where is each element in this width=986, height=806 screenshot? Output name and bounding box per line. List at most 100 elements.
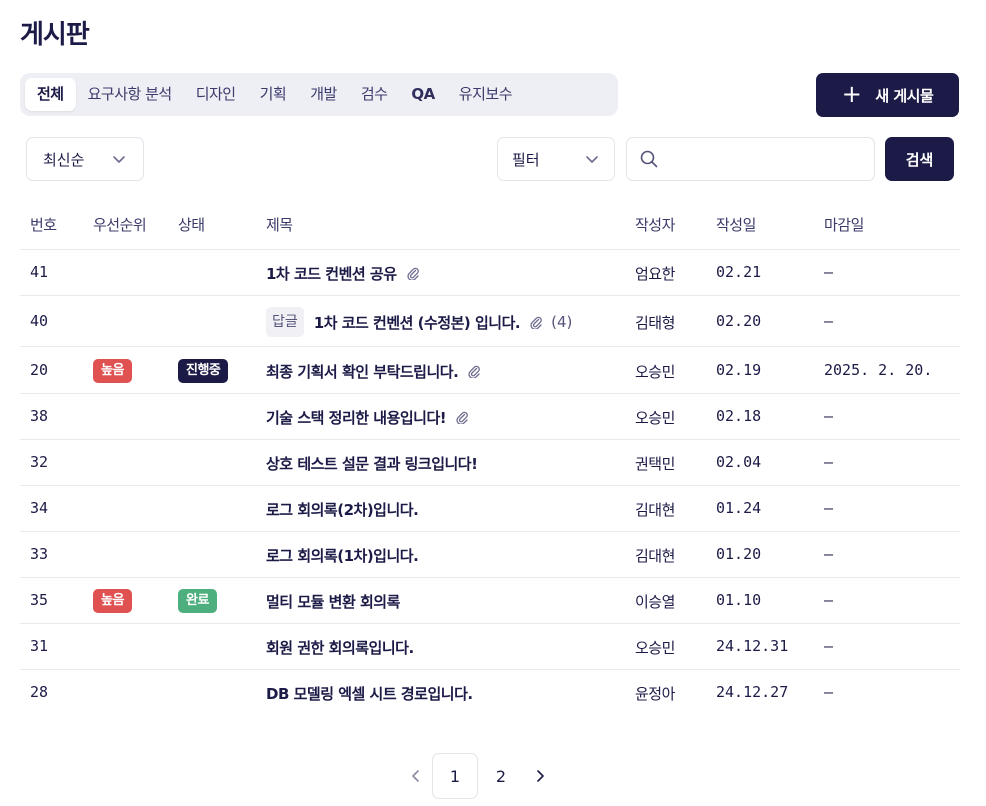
col-priority-header: 우선순위 xyxy=(93,216,147,234)
priority-badge: 높음 xyxy=(93,589,132,613)
prev-page-button[interactable] xyxy=(400,753,432,799)
row-num: 32 xyxy=(30,453,49,471)
row-due: 2025. 2. 20. xyxy=(824,361,933,379)
tab-design[interactable]: 디자인 xyxy=(184,78,248,111)
table-body: 41 1차 코드 컨벤션 공유 엄요한 02.21 – 40 답글 1차 코드 컨벤션 (수정… xyxy=(20,250,960,716)
chevron-down-icon xyxy=(586,156,598,163)
search-icon xyxy=(640,150,658,168)
row-created: 02.20 xyxy=(716,312,762,330)
table-row[interactable]: 38 기술 스택 정리한 내용입니다! 오승민 02.18 – xyxy=(20,394,960,440)
table-row[interactable]: 20 높음 진행중 최종 기획서 확인 부탁드립니다. 오승민 02.19 2025. 2.… xyxy=(20,347,960,394)
page-button-2[interactable]: 2 xyxy=(478,753,524,799)
col-title-header: 제목 xyxy=(266,216,293,234)
row-title-cell[interactable]: 답글 1차 코드 컨벤션 (수정본) 입니다. (4) xyxy=(266,307,572,337)
row-created: 02.21 xyxy=(716,263,762,281)
chevron-down-icon xyxy=(113,156,125,163)
row-num: 28 xyxy=(30,683,49,701)
row-due: – xyxy=(824,499,834,517)
row-num: 33 xyxy=(30,545,49,563)
tab-all[interactable]: 전체 xyxy=(25,78,76,111)
filter-selected-value: 필터 xyxy=(512,150,540,169)
row-title[interactable]: 1차 코드 컨벤션 공유 xyxy=(266,263,397,284)
search-button[interactable]: 검색 xyxy=(885,137,954,181)
tab-planning[interactable]: 기획 xyxy=(248,78,299,111)
table-row[interactable]: 32 상호 테스트 설문 결과 링크입니다! 권택민 02.04 – xyxy=(20,440,960,486)
row-due: – xyxy=(824,263,834,281)
paperclip-icon xyxy=(529,315,543,330)
row-num: 20 xyxy=(30,361,49,379)
row-title-cell[interactable]: 로그 회의록(1차)입니다. xyxy=(266,540,419,570)
row-title-cell[interactable]: 멀티 모듈 변환 회의록 xyxy=(266,586,400,616)
search-box xyxy=(626,137,875,181)
row-author: 이승열 xyxy=(635,593,675,611)
col-created-header: 작성일 xyxy=(716,216,756,234)
table-row[interactable]: 41 1차 코드 컨벤션 공유 엄요한 02.21 – xyxy=(20,250,960,296)
row-author: 윤정아 xyxy=(635,685,675,703)
next-page-button[interactable] xyxy=(524,753,556,799)
paperclip-icon xyxy=(467,364,481,379)
table-row[interactable]: 28 DB 모델링 엑셀 시트 경로입니다. 윤정아 24.12.27 – xyxy=(20,670,960,716)
tab-qa[interactable]: QA xyxy=(399,78,446,111)
filter-select[interactable]: 필터 xyxy=(497,137,615,181)
row-title-cell[interactable]: 최종 기획서 확인 부탁드립니다. xyxy=(266,356,481,386)
sort-select[interactable]: 최신순 xyxy=(26,137,144,181)
row-title-cell[interactable]: 상호 테스트 설문 결과 링크입니다! xyxy=(266,448,478,478)
row-created: 24.12.31 xyxy=(716,637,789,655)
col-due-header: 마감일 xyxy=(824,216,864,234)
row-title[interactable]: 최종 기획서 확인 부탁드립니다. xyxy=(266,361,459,382)
plus-icon: + xyxy=(841,80,862,108)
col-author-header: 작성자 xyxy=(635,216,675,234)
status-badge: 진행중 xyxy=(178,359,229,383)
row-due: – xyxy=(824,683,834,701)
pagination: 1 2 xyxy=(400,753,556,799)
row-title[interactable]: 회원 권한 회의록입니다. xyxy=(266,637,414,658)
row-due: – xyxy=(824,637,834,655)
chevron-right-icon xyxy=(537,770,544,782)
row-author: 엄요한 xyxy=(635,265,675,283)
row-title[interactable]: 로그 회의록(2차)입니다. xyxy=(266,499,419,520)
new-post-button[interactable]: + 새 게시물 xyxy=(816,73,959,117)
row-author: 권택민 xyxy=(635,455,675,473)
page-button-1[interactable]: 1 xyxy=(432,753,478,799)
row-num: 41 xyxy=(30,263,49,281)
search-input[interactable] xyxy=(667,151,857,167)
row-title[interactable]: 로그 회의록(1차)입니다. xyxy=(266,545,419,566)
tab-maintenance[interactable]: 유지보수 xyxy=(447,78,524,111)
row-title[interactable]: 기술 스택 정리한 내용입니다! xyxy=(266,407,447,428)
table-row[interactable]: 33 로그 회의록(1차)입니다. 김대현 01.20 – xyxy=(20,532,960,578)
row-title-cell[interactable]: 1차 코드 컨벤션 공유 xyxy=(266,258,420,288)
table-row[interactable]: 31 회원 권한 회의록입니다. 오승민 24.12.31 – xyxy=(20,624,960,670)
row-created: 01.10 xyxy=(716,591,762,609)
row-title-cell[interactable]: 회원 권한 회의록입니다. xyxy=(266,632,414,662)
status-badge: 완료 xyxy=(178,589,217,613)
row-title[interactable]: DB 모델링 엑셀 시트 경로입니다. xyxy=(266,683,473,704)
row-created: 01.24 xyxy=(716,499,762,517)
priority-badge: 높음 xyxy=(93,359,132,383)
row-author: 김태형 xyxy=(635,314,675,332)
paperclip-icon xyxy=(406,266,420,281)
row-due: – xyxy=(824,312,834,330)
row-title[interactable]: 1차 코드 컨벤션 (수정본) 입니다. xyxy=(314,312,521,333)
row-title[interactable]: 멀티 모듈 변환 회의록 xyxy=(266,591,400,612)
row-num: 31 xyxy=(30,637,49,655)
row-title-cell[interactable]: 기술 스택 정리한 내용입니다! xyxy=(266,402,469,432)
post-table: 번호 우선순위 상태 제목 작성자 작성일 마감일 41 1차 코드 컨벤션 공유… xyxy=(20,200,960,716)
chevron-left-icon xyxy=(412,770,419,782)
row-title[interactable]: 상호 테스트 설문 결과 링크입니다! xyxy=(266,453,478,474)
table-row[interactable]: 40 답글 1차 코드 컨벤션 (수정본) 입니다. (4) 김태형 02.20 – xyxy=(20,296,960,347)
category-tabs: 전체 요구사항 분석 디자인 기획 개발 검수 QA 유지보수 xyxy=(20,73,618,116)
row-num: 40 xyxy=(30,312,49,330)
table-row[interactable]: 35 높음 완료 멀티 모듈 변환 회의록 이승열 01.10 – xyxy=(20,578,960,624)
row-author: 김대현 xyxy=(635,501,675,519)
tab-review[interactable]: 검수 xyxy=(349,78,400,111)
row-title-cell[interactable]: DB 모델링 엑셀 시트 경로입니다. xyxy=(266,678,473,708)
table-row[interactable]: 34 로그 회의록(2차)입니다. 김대현 01.24 – xyxy=(20,486,960,532)
tab-development[interactable]: 개발 xyxy=(298,78,349,111)
row-title-cell[interactable]: 로그 회의록(2차)입니다. xyxy=(266,494,419,524)
row-author: 오승민 xyxy=(635,363,675,381)
row-author: 김대현 xyxy=(635,547,675,565)
row-due: – xyxy=(824,545,834,563)
row-author: 오승민 xyxy=(635,409,675,427)
tab-requirements[interactable]: 요구사항 분석 xyxy=(76,78,184,111)
row-num: 34 xyxy=(30,499,49,517)
